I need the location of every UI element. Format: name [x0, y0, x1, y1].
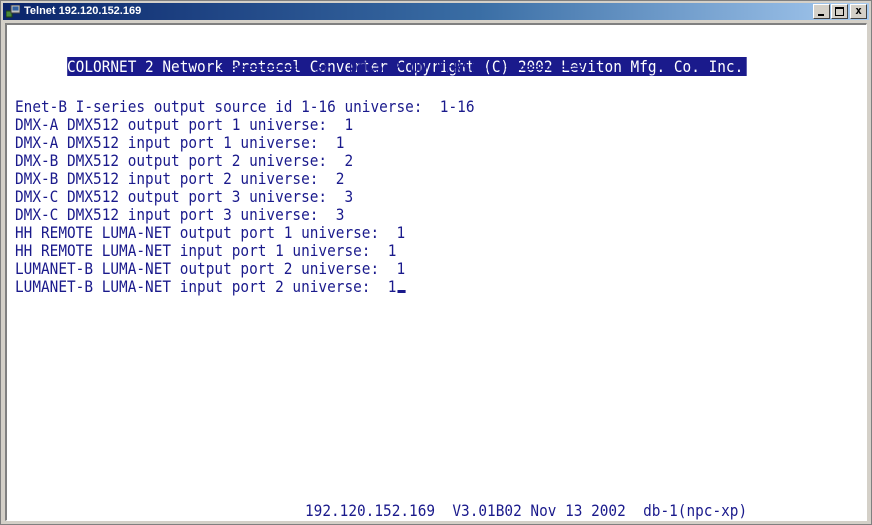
window-titlebar[interactable]: Telnet 192.120.152.169 x — [3, 3, 869, 20]
terminal-line: DMX-A DMX512 input port 1 universe: 1 — [15, 133, 345, 152]
terminal-line: DMX-B DMX512 output port 2 universe: 2 — [15, 151, 354, 170]
section-title: ========== SET DMX512 UNIVERSES ========… — [219, 58, 584, 77]
terminal-input-line[interactable]: LUMANET-B LUMA-NET input port 2 universe… — [15, 277, 406, 296]
telnet-app-icon[interactable] — [5, 4, 21, 18]
terminal-header-line: COLORNET 2 Network Protocol Converter Co… — [15, 43, 747, 76]
window-controls: x — [812, 4, 867, 19]
window-title: Telnet 192.120.152.169 — [24, 5, 142, 17]
terminal-line: HH REMOTE LUMA-NET input port 1 universe… — [15, 241, 397, 260]
terminal-line: DMX-C DMX512 output port 3 universe: 3 — [15, 187, 354, 206]
telnet-window: Telnet 192.120.152.169 x COLORNET 2 Netw… — [0, 0, 872, 525]
maximize-button[interactable] — [831, 4, 848, 19]
terminal-line: DMX-C DMX512 input port 3 universe: 3 — [15, 205, 345, 224]
close-button[interactable]: x — [850, 4, 867, 19]
minimize-icon — [818, 14, 824, 16]
terminal-screen[interactable]: COLORNET 2 Network Protocol Converter Co… — [5, 23, 867, 521]
terminal-line: Enet-B I-series output source id 1-16 un… — [15, 97, 475, 116]
minimize-button[interactable] — [813, 4, 830, 19]
terminal-line: LUMANET-B LUMA-NET output port 2 univers… — [15, 259, 406, 278]
close-icon: x — [855, 4, 862, 17]
terminal-line: DMX-A DMX512 output port 1 universe: 1 — [15, 115, 354, 134]
status-line: 192.120.152.169 V3.01B02 Nov 13 2002 db-… — [305, 501, 748, 520]
terminal-prompt: LUMANET-B LUMA-NET input port 2 universe… — [15, 277, 397, 296]
maximize-icon — [835, 7, 844, 16]
terminal-line: DMX-B DMX512 input port 2 universe: 2 — [15, 169, 345, 188]
terminal-line: HH REMOTE LUMA-NET output port 1 univers… — [15, 223, 406, 242]
text-cursor — [397, 290, 406, 293]
